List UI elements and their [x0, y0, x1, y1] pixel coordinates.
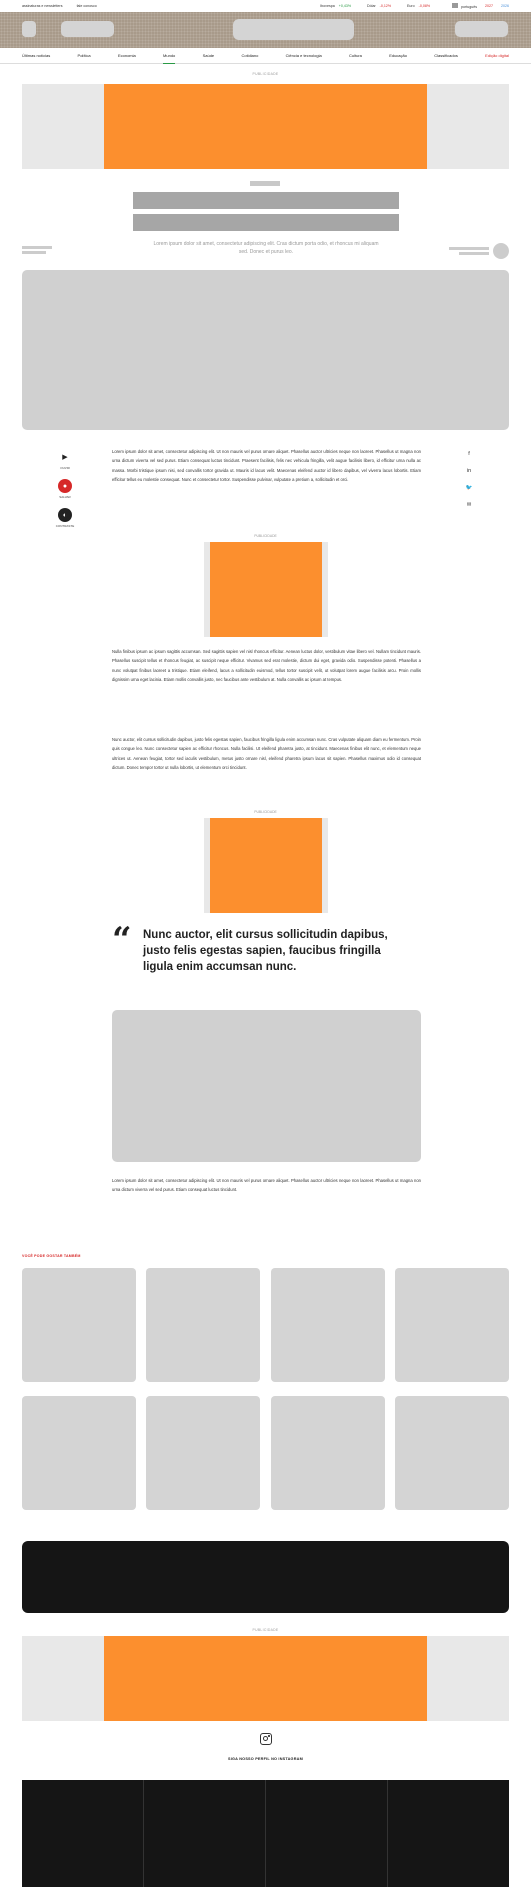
article-paragraph-3: Nunc auctor, elit cursus sollicitudin da… — [112, 737, 421, 771]
subscriptions-link[interactable]: assinaturas e newsletters — [22, 4, 63, 8]
article-title-line-1 — [133, 192, 399, 209]
inline-ad-2[interactable] — [204, 818, 328, 913]
instagram-post[interactable] — [266, 1780, 387, 1887]
article-kicker — [250, 181, 280, 186]
author-name-line — [449, 247, 489, 250]
instagram-icon[interactable] — [260, 1733, 272, 1745]
nav-item-digital-edition[interactable]: Edição digital — [485, 53, 509, 58]
article-paragraph-1: Lorem ipsum dolor sit amet, consectetur … — [112, 449, 421, 483]
ticker-a: 2027 — [485, 4, 493, 8]
ad-label-inline-1: PUBLICIDADE — [254, 534, 277, 538]
related-section-title: VOCÊ PODE GOSTAR TAMBÉM — [22, 1254, 81, 1258]
ticker-b: 2026 — [501, 4, 509, 8]
save-action[interactable]: ● SALVAR — [56, 479, 74, 499]
author-avatar[interactable] — [493, 243, 509, 259]
instagram-grid — [22, 1780, 509, 1887]
comment-icon: ● — [58, 479, 72, 493]
inline-ad-1-creative[interactable] — [210, 542, 322, 637]
related-card[interactable] — [22, 1396, 136, 1510]
article-actions: ▶ OUVIR ● SALVAR ◐ CONTRASTE — [56, 450, 75, 537]
nav-item-culture[interactable]: Cultura — [349, 53, 362, 58]
related-card[interactable] — [22, 1268, 136, 1382]
listen-label: OUVIR — [60, 466, 70, 470]
article-title-line-2 — [133, 214, 399, 231]
site-logo[interactable] — [233, 19, 354, 40]
article-paragraph-2: Nulla finibus ipsum ac ipsum sagittis ac… — [112, 649, 421, 683]
date-line — [22, 251, 46, 254]
contact-link[interactable]: fale conosco — [77, 4, 97, 8]
bottom-ad-banner[interactable] — [22, 1636, 509, 1721]
market-euro: Euro -0,08% — [407, 4, 431, 8]
flag-icon — [452, 3, 459, 8]
related-card[interactable] — [395, 1396, 509, 1510]
market-dolar: Dólar -0,12% — [367, 4, 392, 8]
share-rail: f in 🐦 ✉ — [464, 449, 474, 510]
listen-action[interactable]: ▶ OUVIR — [56, 450, 74, 470]
nav-item-politics[interactable]: Política — [78, 53, 91, 58]
instagram-post[interactable] — [144, 1780, 265, 1887]
facebook-icon[interactable]: f — [468, 449, 470, 459]
pull-quote-text: Nunc auctor, elit cursus sollicitudin da… — [143, 929, 388, 973]
save-label: SALVAR — [59, 495, 71, 499]
article-paragraph-4: Lorem ipsum dolor sit amet, consectetur … — [112, 1178, 421, 1193]
top-ad-banner[interactable] — [22, 84, 509, 169]
related-card[interactable] — [395, 1268, 509, 1382]
quote-mark-icon: “ — [112, 920, 132, 960]
ad-label-bottom: PUBLICIDADE — [252, 1628, 279, 1632]
main-nav: Últimas notícias Política Economia Mundo… — [0, 48, 531, 64]
top-ad-creative[interactable] — [104, 84, 427, 169]
bottom-ad-creative[interactable] — [104, 1636, 427, 1721]
article-meta — [22, 243, 509, 259]
instagram-section-title: SIGA NOSSO PERFIL NO INSTAGRAM — [228, 1757, 303, 1761]
related-card[interactable] — [271, 1396, 385, 1510]
login-button[interactable] — [455, 21, 508, 37]
hero-image — [22, 270, 509, 430]
email-icon[interactable]: ✉ — [467, 500, 472, 510]
top-right-tools: português 2027 2026 — [452, 3, 509, 9]
nav-item-economy[interactable]: Economia — [118, 53, 136, 58]
author-line — [22, 246, 52, 249]
ad-label-top: PUBLICIDADE — [252, 72, 279, 76]
embedded-media[interactable] — [112, 1010, 421, 1162]
instagram-post[interactable] — [388, 1780, 509, 1887]
author-role-line — [459, 252, 489, 255]
search-button[interactable] — [61, 21, 114, 37]
market-ibovespa: Ibovespa +0,43% — [320, 4, 352, 8]
related-card[interactable] — [146, 1396, 260, 1510]
twitter-icon[interactable]: 🐦 — [466, 483, 473, 493]
top-links: assinaturas e newsletters fale conosco — [22, 4, 97, 8]
ad-label-inline-2: PUBLICIDADE — [254, 810, 277, 814]
nav-item-education[interactable]: Educação — [389, 53, 407, 58]
site-header — [0, 12, 531, 48]
top-utility-bar: assinaturas e newsletters fale conosco I… — [0, 0, 531, 12]
nav-item-world[interactable]: Mundo — [163, 53, 176, 64]
newsletter-banner[interactable] — [22, 1541, 509, 1613]
inline-ad-1[interactable] — [204, 542, 328, 637]
play-icon: ▶ — [62, 454, 68, 461]
market-ticker: Ibovespa +0,43% Dólar -0,12% Euro -0,08% — [320, 4, 430, 8]
nav-item-health[interactable]: Saúde — [203, 53, 215, 58]
nav-item-daily[interactable]: Cotidiano — [241, 53, 258, 58]
nav-item-latest[interactable]: Últimas notícias — [22, 53, 50, 58]
linkedin-icon[interactable]: in — [467, 466, 471, 476]
menu-button[interactable] — [22, 21, 36, 37]
nav-item-classifieds[interactable]: Classificados — [434, 53, 458, 58]
instagram-post[interactable] — [22, 1780, 143, 1887]
related-card[interactable] — [146, 1268, 260, 1382]
contrast-icon: ◐ — [58, 508, 72, 522]
related-card[interactable] — [271, 1268, 385, 1382]
contrast-action[interactable]: ◐ CONTRASTE — [56, 508, 74, 528]
contrast-label: CONTRASTE — [55, 524, 75, 528]
language-selector[interactable]: português — [452, 3, 477, 9]
nav-item-science[interactable]: Ciência e tecnologia — [286, 53, 322, 58]
inline-ad-2-creative[interactable] — [210, 818, 322, 913]
